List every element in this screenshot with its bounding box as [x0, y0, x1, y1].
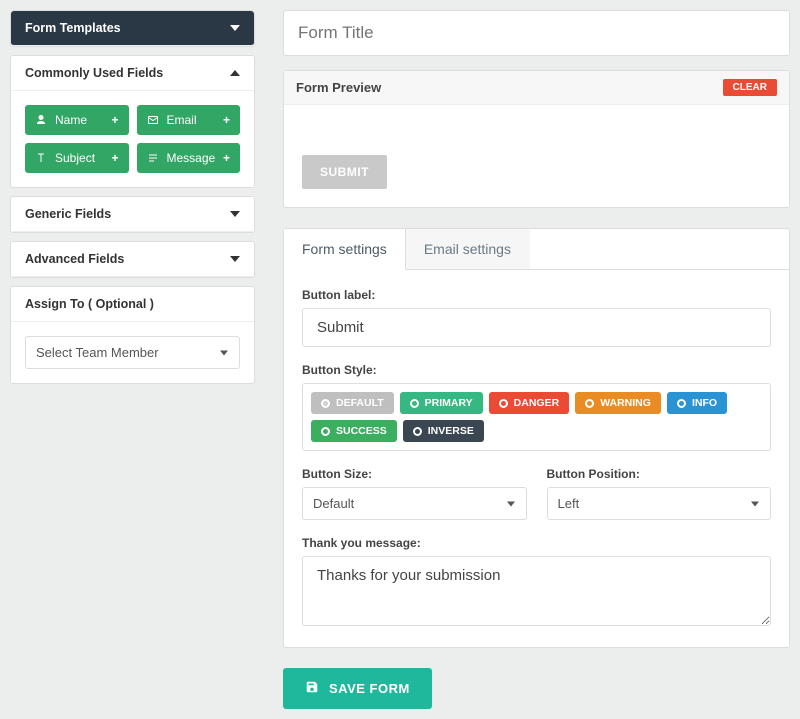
field-email-button[interactable]: Email + — [137, 105, 241, 135]
chevron-down-icon — [230, 211, 240, 217]
radio-icon — [677, 399, 686, 408]
button-label-label: Button label: — [302, 288, 771, 302]
style-primary-option[interactable]: PRIMARY — [400, 392, 483, 414]
generic-fields-header[interactable]: Generic Fields — [11, 197, 254, 232]
advanced-fields-header[interactable]: Advanced Fields — [11, 242, 254, 277]
field-label: Name — [55, 113, 87, 127]
tab-form-settings[interactable]: Form settings — [284, 229, 406, 270]
form-preview-label: Form Preview — [296, 80, 381, 95]
radio-icon — [585, 399, 594, 408]
field-name-button[interactable]: Name + — [25, 105, 129, 135]
radio-icon — [321, 399, 330, 408]
plus-icon: + — [223, 151, 230, 165]
person-icon — [35, 114, 47, 126]
style-label: DANGER — [514, 397, 560, 409]
radio-icon — [499, 399, 508, 408]
save-form-button[interactable]: SAVE FORM — [283, 668, 432, 709]
chevron-up-icon — [230, 70, 240, 76]
style-inverse-option[interactable]: INVERSE — [403, 420, 484, 442]
button-position-select[interactable]: Left — [547, 487, 772, 520]
style-label: WARNING — [600, 397, 651, 409]
radio-icon — [410, 399, 419, 408]
plus-icon: + — [111, 151, 118, 165]
style-default-option[interactable]: DEFAULT — [311, 392, 394, 414]
plus-icon: + — [223, 113, 230, 127]
button-size-label: Button Size: — [302, 467, 527, 481]
tab-email-settings[interactable]: Email settings — [406, 229, 530, 269]
plus-icon: + — [111, 113, 118, 127]
radio-icon — [413, 427, 422, 436]
button-position-label: Button Position: — [547, 467, 772, 481]
lines-icon — [147, 152, 159, 164]
save-icon — [305, 680, 319, 697]
style-success-option[interactable]: SUCCESS — [311, 420, 397, 442]
form-templates-header[interactable]: Form Templates — [11, 11, 254, 46]
field-subject-button[interactable]: Subject + — [25, 143, 129, 173]
envelope-icon — [147, 114, 159, 126]
thanks-label: Thank you message: — [302, 536, 771, 550]
advanced-fields-label: Advanced Fields — [25, 252, 124, 266]
style-danger-option[interactable]: DANGER — [489, 392, 570, 414]
generic-fields-label: Generic Fields — [25, 207, 111, 221]
save-form-label: SAVE FORM — [329, 681, 410, 696]
field-label: Message — [167, 151, 216, 165]
radio-icon — [321, 427, 330, 436]
style-info-option[interactable]: INFO — [667, 392, 727, 414]
field-label: Subject — [55, 151, 95, 165]
common-fields-header[interactable]: Commonly Used Fields — [11, 56, 254, 91]
form-title-input[interactable] — [283, 10, 790, 56]
preview-submit-button[interactable]: SUBMIT — [302, 155, 387, 189]
style-label: INVERSE — [428, 425, 474, 437]
text-icon — [35, 152, 47, 164]
button-label-input[interactable] — [302, 308, 771, 347]
assign-to-select[interactable]: Select Team Member — [25, 336, 240, 369]
form-templates-label: Form Templates — [25, 21, 121, 35]
style-label: DEFAULT — [336, 397, 384, 409]
style-label: INFO — [692, 397, 717, 409]
button-size-select[interactable]: Default — [302, 487, 527, 520]
chevron-down-icon — [230, 25, 240, 31]
style-warning-option[interactable]: WARNING — [575, 392, 661, 414]
common-fields-label: Commonly Used Fields — [25, 66, 163, 80]
button-style-label: Button Style: — [302, 363, 771, 377]
style-label: SUCCESS — [336, 425, 387, 437]
thanks-textarea[interactable]: Thanks for your submission — [302, 556, 771, 626]
assign-to-label: Assign To ( Optional ) — [25, 297, 154, 311]
assign-to-header: Assign To ( Optional ) — [11, 287, 254, 322]
field-label: Email — [167, 113, 197, 127]
style-label: PRIMARY — [425, 397, 473, 409]
field-message-button[interactable]: Message + — [137, 143, 241, 173]
clear-button[interactable]: CLEAR — [723, 79, 777, 96]
chevron-down-icon — [230, 256, 240, 262]
